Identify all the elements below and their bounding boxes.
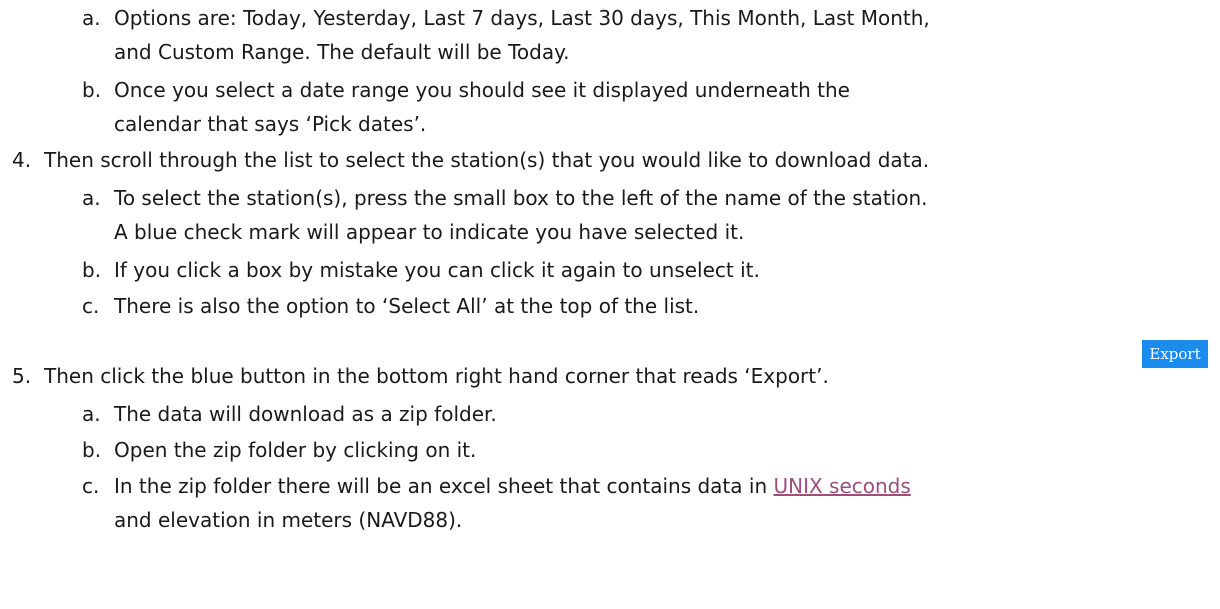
unix-seconds-link[interactable]: UNIX seconds: [773, 474, 910, 498]
paragraph-line: and Custom Range. The default will be To…: [114, 40, 570, 64]
list-marker: c.: [82, 474, 100, 498]
paragraph-line: In the zip folder there will be an excel…: [114, 472, 911, 500]
list-number: 5.: [12, 364, 32, 388]
paragraph-line: Once you select a date range you should …: [114, 78, 850, 102]
paragraph-text: In the zip folder there will be an excel…: [114, 474, 774, 498]
paragraph-line: The data will download as a zip folder.: [114, 402, 497, 426]
list-marker: a.: [82, 186, 101, 210]
paragraph-line: If you click a box by mistake you can cl…: [114, 258, 760, 282]
list-number: 4.: [12, 148, 32, 172]
list-marker: b.: [82, 78, 102, 102]
paragraph-line: Then scroll through the list to select t…: [44, 148, 930, 172]
list-marker: a.: [82, 402, 101, 426]
paragraph-line: Options are: Today, Yesterday, Last 7 da…: [114, 6, 930, 30]
export-button[interactable]: Export: [1142, 340, 1208, 368]
paragraph-line: Open the zip folder by clicking on it.: [114, 438, 477, 462]
list-marker: b.: [82, 438, 102, 462]
list-marker: b.: [82, 258, 102, 282]
paragraph-line: calendar that says ‘Pick dates’.: [114, 112, 427, 136]
paragraph-line: A blue check mark will appear to indicat…: [114, 220, 745, 244]
paragraph-line: and elevation in meters (NAVD88).: [114, 508, 463, 532]
paragraph-line: There is also the option to ‘Select All’…: [114, 294, 700, 318]
list-marker: c.: [82, 294, 100, 318]
list-marker: a.: [82, 6, 101, 30]
paragraph-line: Then click the blue button in the bottom…: [44, 364, 829, 388]
paragraph-line: To select the station(s), press the smal…: [114, 186, 928, 210]
